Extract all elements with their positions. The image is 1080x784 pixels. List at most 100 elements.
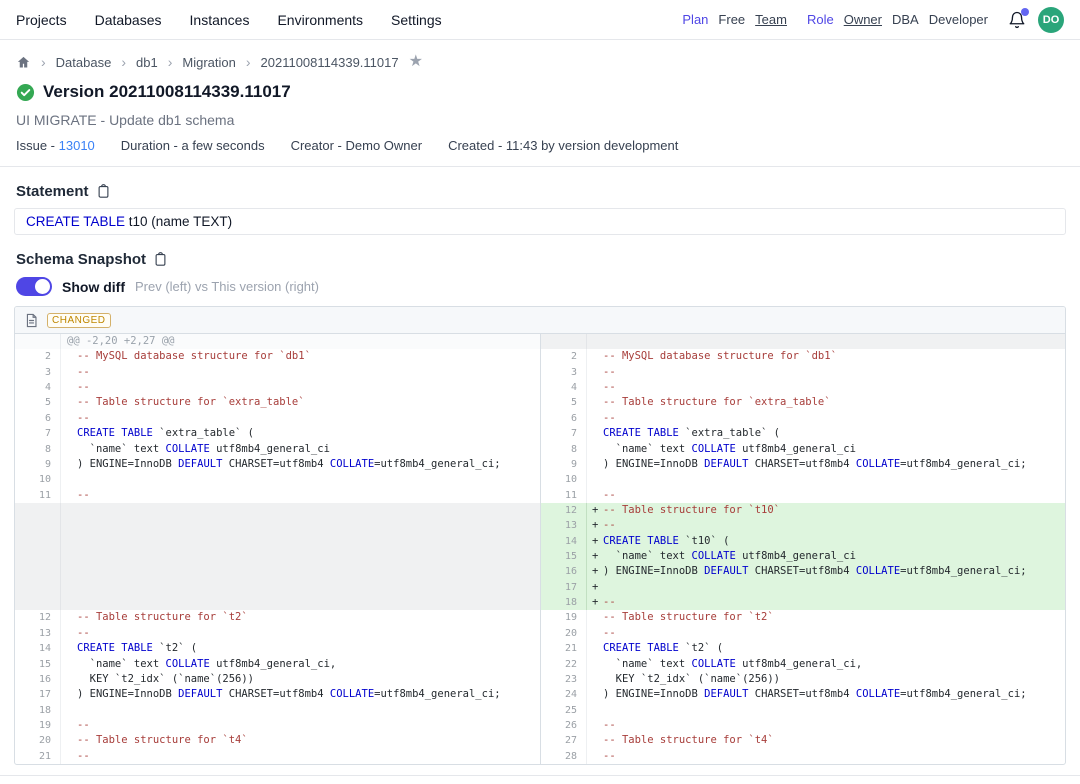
- sql-text: utf8mb4_general_ci: [736, 443, 856, 455]
- diff-prefix: [61, 472, 77, 487]
- code-line: -- Table structure for `extra_table`: [77, 395, 540, 410]
- sql-comment: -- Table structure for `extra_table`: [603, 396, 831, 408]
- line-number: [15, 549, 61, 564]
- code-line: `name` text COLLATE utf8mb4_general_ci: [77, 442, 540, 457]
- line-number: [15, 334, 61, 349]
- sql-text: `t10` (: [679, 535, 730, 547]
- diff-prefix: +: [587, 549, 603, 564]
- sql-keyword: COLLATE: [330, 458, 374, 470]
- sql-comment: -- Table structure for `t4`: [77, 734, 248, 746]
- notification-bell-icon[interactable]: [1006, 9, 1028, 31]
- sql-keyword: COLLATE: [692, 658, 736, 670]
- diff-body: @@ -2,20 +2,27 @@2-- MySQL database stru…: [15, 334, 1065, 764]
- line-number: 12: [541, 503, 587, 518]
- line-number: 17: [15, 687, 61, 702]
- diff-filler-row: [15, 503, 540, 518]
- diff-row: 11--: [15, 488, 540, 503]
- code-line: [77, 534, 540, 549]
- role-option-developer[interactable]: Developer: [929, 12, 988, 27]
- diff-prefix: [587, 672, 603, 687]
- diff-prefix: [61, 687, 77, 702]
- role-option-owner[interactable]: Owner: [844, 12, 882, 27]
- primary-nav: Projects Databases Instances Environments Se…: [16, 12, 442, 28]
- line-number: 3: [541, 365, 587, 380]
- diff-prefix: [587, 395, 603, 410]
- code-line: --: [603, 595, 1065, 610]
- sql-comment: --: [77, 719, 90, 731]
- role-option-dba[interactable]: DBA: [892, 12, 919, 27]
- user-avatar[interactable]: DO: [1038, 7, 1064, 33]
- sql-text: =utf8mb4_general_ci;: [374, 688, 500, 700]
- line-number: 13: [15, 626, 61, 641]
- sql-comment: --: [603, 750, 616, 762]
- line-number: 25: [541, 703, 587, 718]
- code-line: [603, 472, 1065, 487]
- code-line: -- Table structure for `t4`: [77, 733, 540, 748]
- diff-prefix: [61, 457, 77, 472]
- breadcrumb-item-migration[interactable]: Migration: [182, 55, 235, 70]
- statement-heading: Statement: [16, 183, 89, 200]
- code-line: ) ENGINE=InnoDB DEFAULT CHARSET=utf8mb4 …: [77, 687, 540, 702]
- sql-comment: --: [77, 489, 90, 501]
- nav-item-settings[interactable]: Settings: [391, 12, 442, 28]
- sql-keyword: CREATE TABLE: [77, 427, 153, 439]
- favorite-star-icon[interactable]: ★: [409, 54, 423, 70]
- diff-prefix: [587, 334, 603, 349]
- nav-right: Plan Free Team Role Owner DBA Developer …: [682, 7, 1064, 33]
- sql-text: CHARSET=utf8mb4: [748, 565, 855, 577]
- sql-text: `name` text: [77, 443, 166, 455]
- nav-item-instances[interactable]: Instances: [190, 12, 250, 28]
- copy-schema-icon[interactable]: [153, 252, 168, 267]
- line-number: [15, 518, 61, 533]
- line-number: 14: [15, 641, 61, 656]
- diff-prefix: [61, 595, 77, 610]
- sql-text: `extra_table` (: [153, 427, 254, 439]
- diff-row: 20-- Table structure for `t4`: [15, 733, 540, 748]
- diff-filler-row: [15, 580, 540, 595]
- diff-prefix: [61, 426, 77, 441]
- sql-comment: --: [603, 719, 616, 731]
- sql-text: ) ENGINE=InnoDB: [77, 458, 178, 470]
- sql-comment: --: [77, 627, 90, 639]
- line-number: 28: [541, 749, 587, 764]
- sql-text: utf8mb4_general_ci: [210, 443, 330, 455]
- copy-statement-icon[interactable]: [96, 184, 111, 199]
- sql-keyword: COLLATE: [330, 688, 374, 700]
- diff-row: 2-- MySQL database structure for `db1`: [541, 349, 1065, 364]
- code-line: [77, 503, 540, 518]
- meta-label: Created -: [448, 138, 506, 153]
- chevron-icon: ›: [41, 54, 46, 70]
- plan-label: Plan: [682, 12, 708, 27]
- diff-prefix: [587, 610, 603, 625]
- sql-comment: --: [77, 381, 90, 393]
- show-diff-toggle[interactable]: [16, 277, 52, 296]
- nav-item-environments[interactable]: Environments: [277, 12, 363, 28]
- sql-text: CHARSET=utf8mb4: [222, 458, 329, 470]
- breadcrumb-item-version[interactable]: 20211008114339.11017: [261, 55, 399, 70]
- plan-option-free[interactable]: Free: [718, 12, 745, 27]
- sql-keyword: DEFAULT: [704, 565, 748, 577]
- breadcrumb-item-database[interactable]: Database: [56, 55, 112, 70]
- diff-prefix: [587, 641, 603, 656]
- sql-comment: -- Table structure for `t10`: [603, 504, 780, 516]
- diff-prefix: [61, 718, 77, 733]
- line-number: 2: [541, 349, 587, 364]
- diff-prefix: [587, 457, 603, 472]
- line-number: [15, 580, 61, 595]
- diff-toggle-row: Show diff Prev (left) vs This version (r…: [0, 268, 1080, 296]
- diff-row-added: 12+-- Table structure for `t10`: [541, 503, 1065, 518]
- diff-prefix: [587, 626, 603, 641]
- diff-row: 13 --: [15, 626, 540, 641]
- line-number: 7: [541, 426, 587, 441]
- diff-filler-row: [541, 334, 1065, 349]
- home-icon[interactable]: [16, 55, 31, 70]
- plan-option-team[interactable]: Team: [755, 12, 787, 27]
- nav-item-databases[interactable]: Databases: [95, 12, 162, 28]
- diff-row: 23 KEY `t2_idx` (`name`(256)): [541, 672, 1065, 687]
- line-number: 23: [541, 672, 587, 687]
- breadcrumb-item-db1[interactable]: db1: [136, 55, 158, 70]
- sql-comment: --: [77, 750, 90, 762]
- nav-item-projects[interactable]: Projects: [16, 12, 67, 28]
- line-number: 7: [15, 426, 61, 441]
- issue-link[interactable]: 13010: [59, 138, 95, 153]
